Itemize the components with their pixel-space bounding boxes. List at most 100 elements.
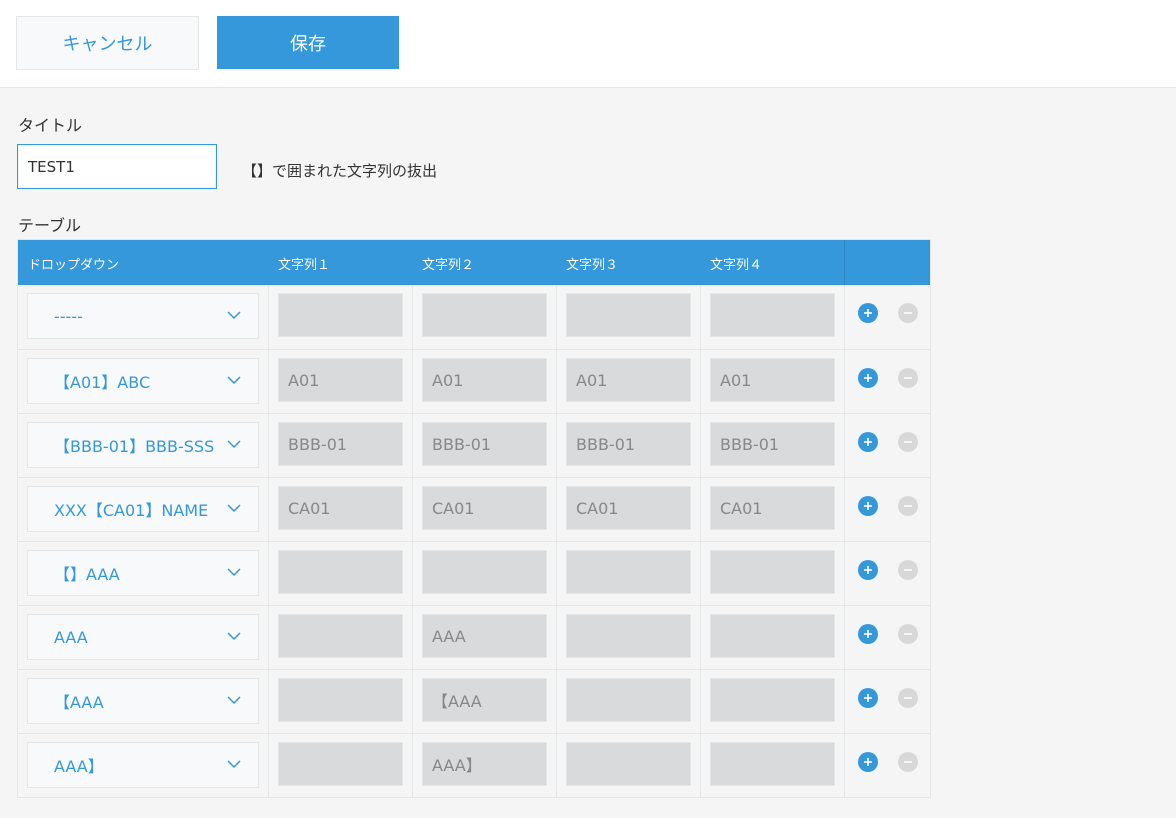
cell-divider <box>556 606 557 669</box>
cell-divider <box>700 285 701 349</box>
plus-icon <box>864 758 872 766</box>
cell-divider <box>268 734 269 797</box>
cell-divider <box>412 734 413 797</box>
plus-icon <box>864 309 872 317</box>
text-field-col4 <box>710 293 835 337</box>
cell-divider <box>412 478 413 541</box>
text-field-col4 <box>710 614 835 658</box>
cell-divider <box>412 606 413 669</box>
chevron-down-icon <box>227 376 241 385</box>
cell-divider <box>412 285 413 349</box>
text-field-col2: CA01 <box>422 486 547 530</box>
cell-divider <box>700 414 701 477</box>
text-field-col3 <box>566 550 691 594</box>
add-row-button[interactable] <box>858 560 878 580</box>
dropdown-value: AAA】 <box>54 757 104 776</box>
text-field-col1 <box>278 293 403 337</box>
cell-divider <box>268 606 269 669</box>
dropdown-value: 【BBB-01】BBB-SSS <box>54 437 215 456</box>
cell-divider <box>412 414 413 477</box>
plus-icon <box>864 502 872 510</box>
cell-divider <box>844 542 845 605</box>
add-row-button[interactable] <box>858 496 878 516</box>
remove-row-button[interactable] <box>898 624 918 644</box>
plus-icon <box>864 374 872 382</box>
plus-icon <box>864 566 872 574</box>
header-col2: 文字列２ <box>422 258 475 273</box>
table-row: 【AAA 【AAA <box>18 669 930 733</box>
cell-divider <box>844 734 845 797</box>
text-field-col3 <box>566 293 691 337</box>
remove-row-button[interactable] <box>898 368 918 388</box>
text-field-col1 <box>278 678 403 722</box>
cell-divider <box>268 285 269 349</box>
cell-divider <box>844 478 845 541</box>
text-field-col2: AAA <box>422 614 547 658</box>
dropdown-select[interactable]: AAA <box>27 614 259 660</box>
table-row: AAA】 AAA】 <box>18 733 930 797</box>
dropdown-select[interactable]: 【】AAA <box>27 550 259 596</box>
chevron-down-icon <box>227 568 241 577</box>
cell-divider <box>700 542 701 605</box>
text-field-col3: A01 <box>566 358 691 402</box>
save-button[interactable]: 保存 <box>217 16 399 69</box>
table-row: 【】AAA <box>18 541 930 605</box>
add-row-button[interactable] <box>858 368 878 388</box>
text-field-col1 <box>278 742 403 786</box>
cell-divider <box>268 350 269 413</box>
cell-divider <box>844 414 845 477</box>
remove-row-button[interactable] <box>898 752 918 772</box>
text-field-col2: BBB-01 <box>422 422 547 466</box>
cell-divider <box>700 734 701 797</box>
table-header: ドロップダウン 文字列１ 文字列２ 文字列３ 文字列４ <box>18 240 930 285</box>
text-field-col2: AAA】 <box>422 742 547 786</box>
text-field-col3: CA01 <box>566 486 691 530</box>
dropdown-select[interactable]: 【BBB-01】BBB-SSS <box>27 422 259 468</box>
cell-divider <box>412 542 413 605</box>
text-field-col2 <box>422 550 547 594</box>
remove-row-button[interactable] <box>898 432 918 452</box>
dropdown-select[interactable]: AAA】 <box>27 742 259 788</box>
minus-icon <box>904 441 912 443</box>
cell-divider <box>844 606 845 669</box>
text-field-col3 <box>566 742 691 786</box>
dropdown-select[interactable]: 【AAA <box>27 678 259 724</box>
header-dropdown: ドロップダウン <box>28 258 120 273</box>
chevron-down-icon <box>227 632 241 641</box>
cell-divider <box>700 350 701 413</box>
dropdown-select[interactable]: 【A01】ABC <box>27 358 259 404</box>
add-row-button[interactable] <box>858 752 878 772</box>
cell-divider <box>844 350 845 413</box>
header-divider <box>844 240 845 285</box>
remove-row-button[interactable] <box>898 496 918 516</box>
cell-divider <box>556 734 557 797</box>
title-field-label: タイトル <box>18 116 83 135</box>
add-row-button[interactable] <box>858 688 878 708</box>
dropdown-select[interactable]: XXX【CA01】NAME <box>27 486 259 532</box>
cell-divider <box>700 606 701 669</box>
cancel-button[interactable]: キャンセル <box>16 16 199 70</box>
remove-row-button[interactable] <box>898 688 918 708</box>
remove-row-button[interactable] <box>898 303 918 323</box>
cell-divider <box>844 285 845 349</box>
minus-icon <box>904 377 912 379</box>
add-row-button[interactable] <box>858 432 878 452</box>
header-col4: 文字列４ <box>710 258 763 273</box>
add-row-button[interactable] <box>858 303 878 323</box>
text-field-col2 <box>422 293 547 337</box>
dropdown-value: ----- <box>54 306 83 326</box>
add-row-button[interactable] <box>858 624 878 644</box>
dropdown-select[interactable]: ----- <box>27 293 259 339</box>
cell-divider <box>268 670 269 733</box>
chevron-down-icon <box>227 504 241 513</box>
remove-row-button[interactable] <box>898 560 918 580</box>
cell-divider <box>412 670 413 733</box>
text-field-col4 <box>710 678 835 722</box>
chevron-down-icon <box>227 440 241 449</box>
cell-divider <box>556 542 557 605</box>
title-input[interactable] <box>17 144 217 189</box>
plus-icon <box>864 630 872 638</box>
field-note: 【】で囲まれた文字列の抜出 <box>242 162 438 180</box>
minus-icon <box>904 697 912 699</box>
table-row: 【BBB-01】BBB-SSS BBB-01 BBB-01 BBB-01 BBB… <box>18 413 930 477</box>
